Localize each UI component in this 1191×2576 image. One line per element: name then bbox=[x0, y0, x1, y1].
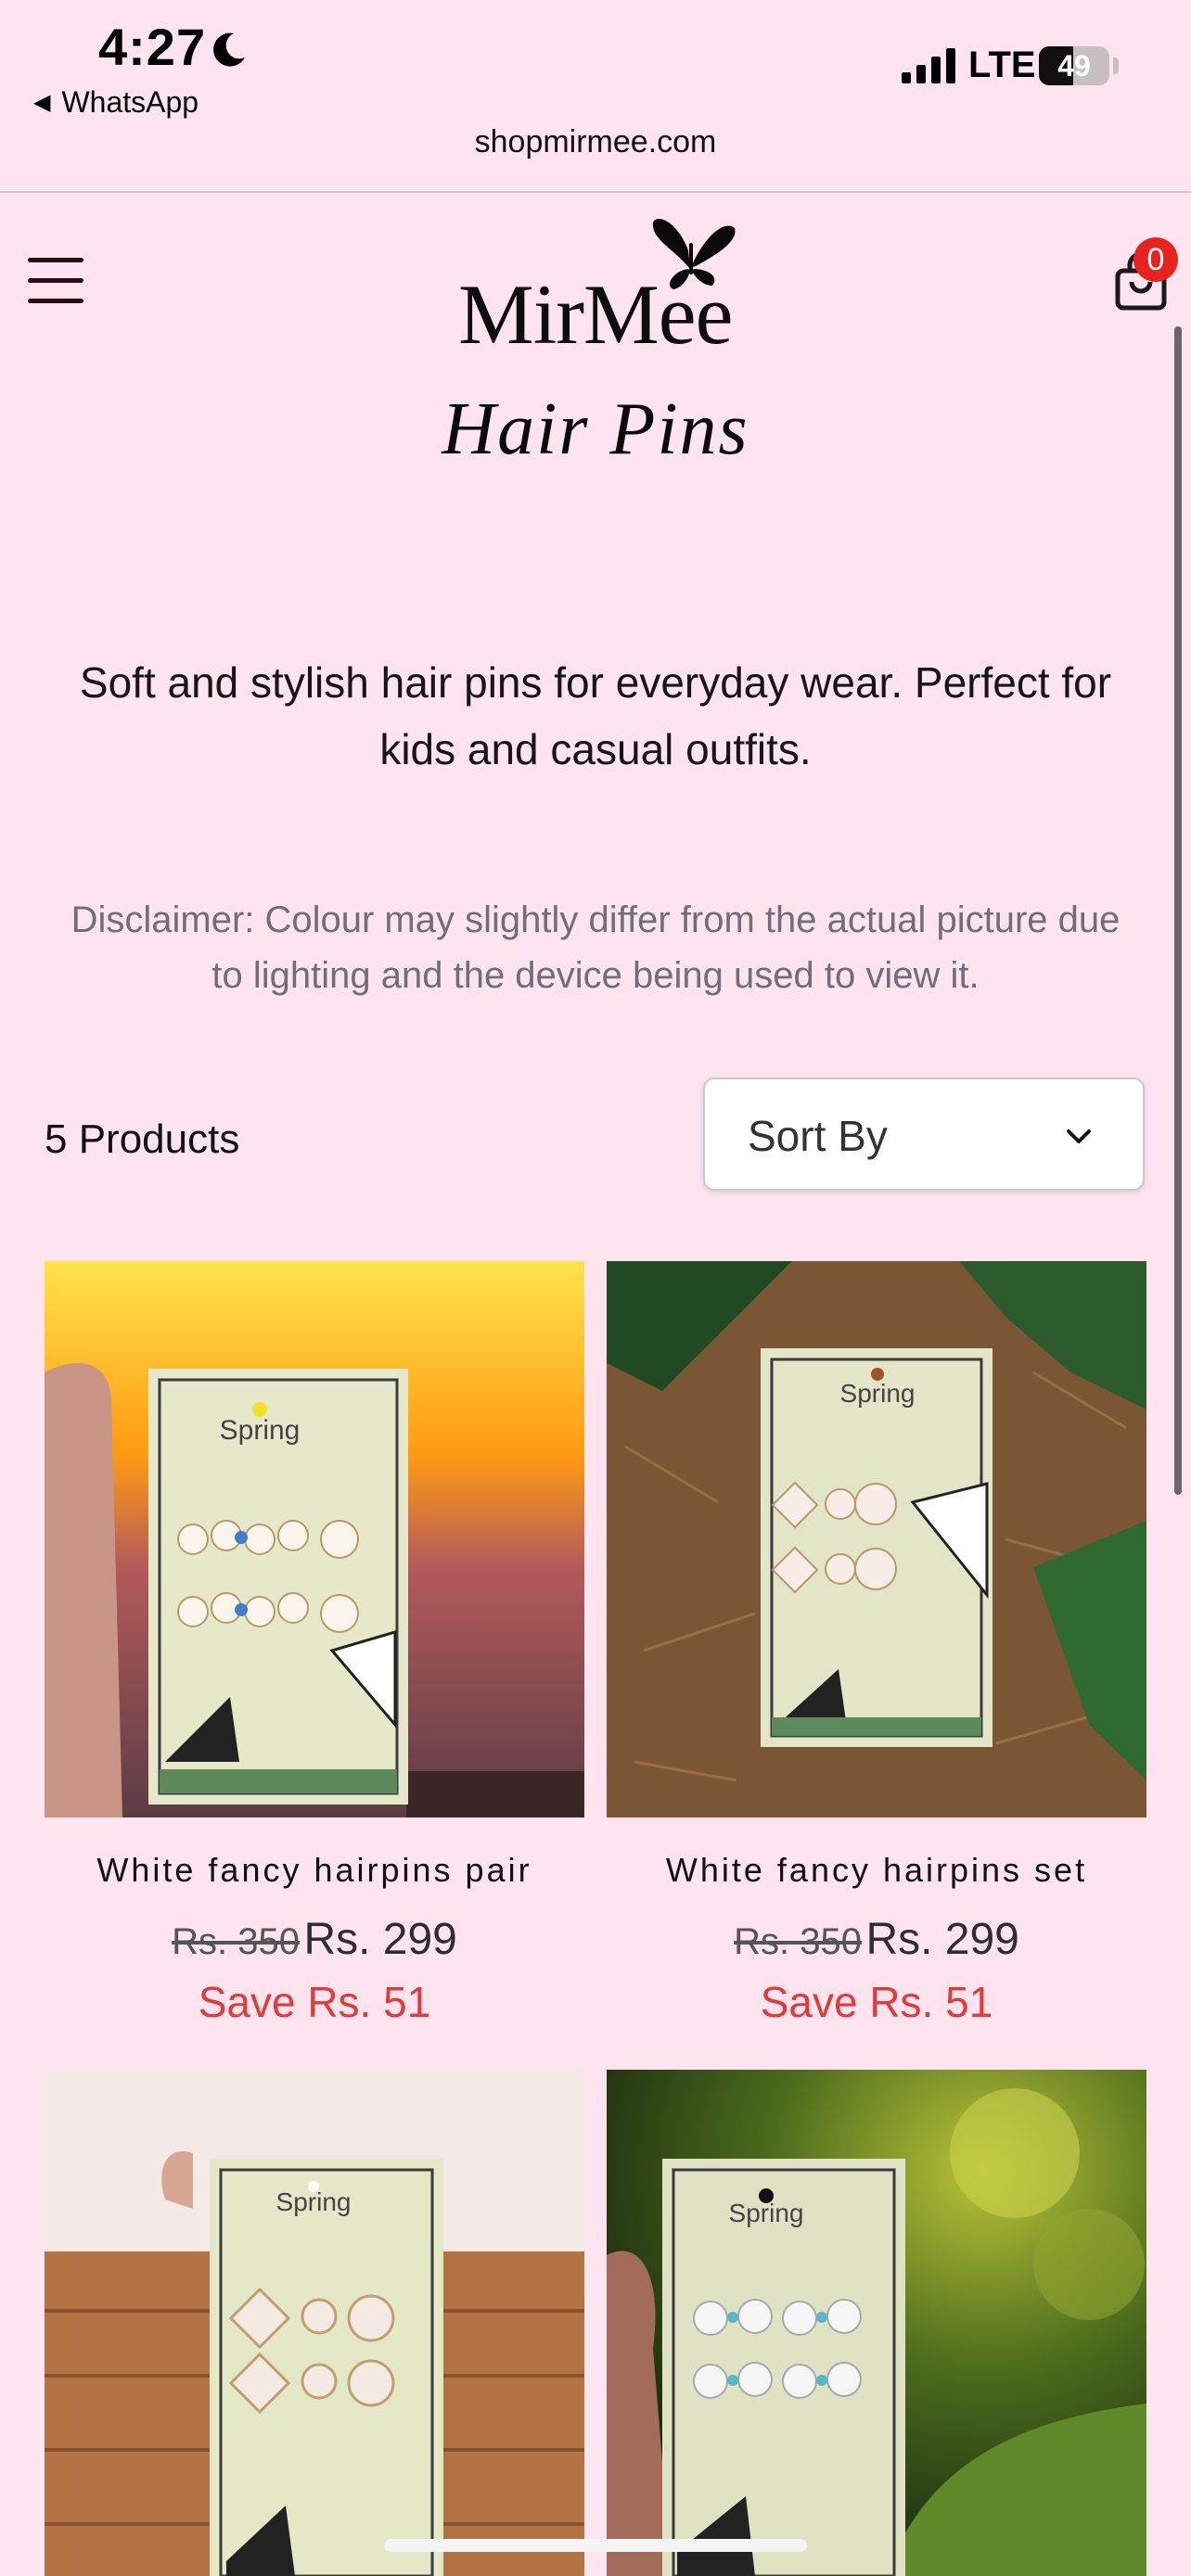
product-name[interactable]: White fancy hairpins set bbox=[607, 1851, 1146, 1890]
compare-at-price: Rs. 350 bbox=[734, 1921, 862, 1962]
battery-level: 49 bbox=[1057, 48, 1091, 83]
price-row: Rs. 350 Rs. 299 bbox=[45, 1914, 584, 1965]
hamburger-menu-icon[interactable] bbox=[28, 258, 83, 306]
back-app-label: WhatsApp bbox=[61, 85, 199, 119]
scrollbar-thumb[interactable] bbox=[1174, 326, 1182, 1495]
product-image[interactable]: Spring bbox=[45, 2070, 584, 2576]
product-image[interactable]: Spring bbox=[45, 1261, 584, 1817]
status-bar: 4:27 ◀ WhatsApp LTE 49 shopmirmee.com bbox=[0, 0, 1191, 193]
sort-by-label: Sort By bbox=[748, 1112, 888, 1160]
status-time: 4:27 bbox=[98, 18, 207, 76]
price-row: Rs. 350 Rs. 299 bbox=[607, 1914, 1146, 1965]
product-image[interactable]: Spring bbox=[607, 1261, 1146, 1817]
card-label-text: Spring bbox=[276, 2187, 352, 2216]
moon-icon bbox=[213, 32, 245, 67]
product-image[interactable]: Spring bbox=[607, 2070, 1146, 2576]
sort-by-dropdown[interactable]: Sort By bbox=[703, 1078, 1145, 1191]
divider bbox=[0, 191, 1191, 193]
collection-description: Soft and stylish hair pins for everyday … bbox=[79, 658, 1112, 773]
chevron-down-icon bbox=[1067, 1129, 1091, 1143]
card-label-text: Spring bbox=[840, 1379, 916, 1408]
battery-nub bbox=[1113, 57, 1119, 74]
color-disclaimer: Disclaimer: Colour may slightly differ f… bbox=[70, 899, 1121, 996]
product-name[interactable]: White fancy hairpins pair bbox=[45, 1851, 584, 1890]
home-indicator[interactable] bbox=[384, 2539, 807, 2552]
sale-price: Rs. 299 bbox=[865, 1915, 1019, 1964]
card-label-text: Spring bbox=[220, 1415, 301, 1446]
sale-price: Rs. 299 bbox=[303, 1915, 457, 1964]
collection-title: Hair Pins bbox=[442, 389, 749, 470]
product-count: 5 Products bbox=[45, 1116, 240, 1162]
network-type: LTE bbox=[968, 45, 1036, 85]
card-label-text: Spring bbox=[729, 2199, 804, 2227]
compare-at-price: Rs. 350 bbox=[172, 1921, 300, 1962]
battery-icon: 49 bbox=[1039, 46, 1109, 85]
savings-label: Save Rs. 51 bbox=[198, 1978, 431, 2026]
back-arrow-icon: ◀ bbox=[33, 90, 51, 115]
cellular-signal-icon bbox=[902, 48, 955, 83]
browser-url[interactable]: shopmirmee.com bbox=[0, 124, 1191, 160]
site-logo[interactable]: MirMee bbox=[455, 211, 751, 362]
back-to-app-link[interactable]: ◀ WhatsApp bbox=[33, 85, 198, 120]
cart-count-badge: 0 bbox=[1133, 237, 1178, 282]
savings-label: Save Rs. 51 bbox=[760, 1978, 993, 2026]
butterfly-logo-icon bbox=[652, 218, 736, 289]
